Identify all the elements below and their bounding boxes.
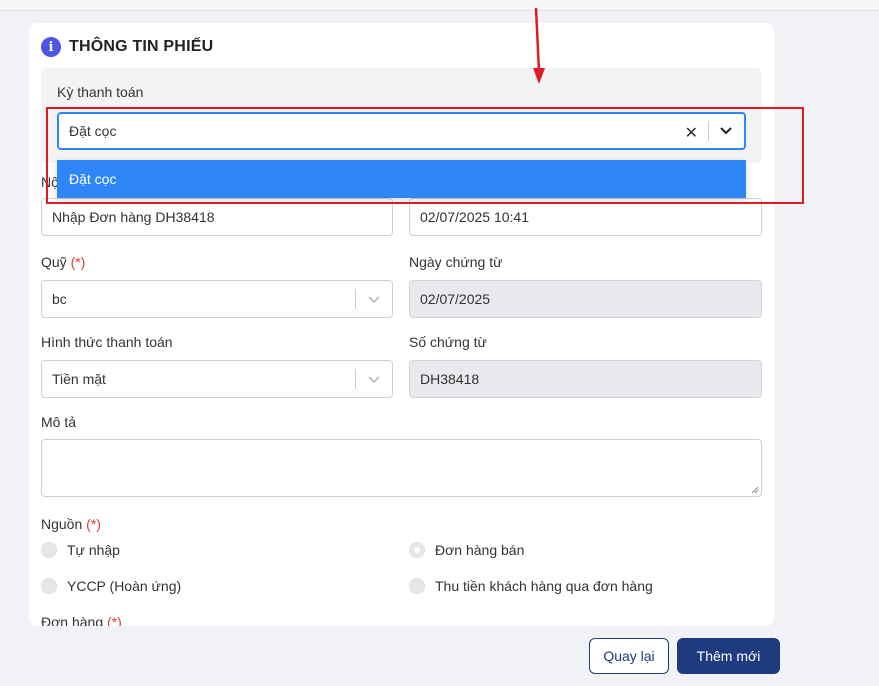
fund-label: Quỹ (*) bbox=[41, 254, 86, 270]
radio-manual[interactable]: Tự nhập bbox=[41, 542, 120, 558]
top-bar bbox=[0, 0, 879, 11]
chevron-down-icon[interactable] bbox=[367, 292, 381, 306]
content-input[interactable]: Nhập Đơn hàng DH38418 bbox=[41, 198, 393, 236]
chevron-down-icon[interactable] bbox=[718, 122, 734, 138]
select-separator bbox=[708, 121, 709, 141]
radio-circle[interactable] bbox=[409, 578, 425, 594]
payment-term-select[interactable]: Đặt cọc ✕ bbox=[57, 112, 746, 150]
radio-customer-payment[interactable]: Thu tiền khách hàng qua đơn hàng bbox=[409, 578, 653, 594]
payment-method-select[interactable]: Tiền mặt bbox=[41, 360, 393, 398]
select-separator bbox=[355, 369, 356, 389]
card-header: i THÔNG TIN PHIẾU bbox=[41, 37, 213, 57]
description-label: Mô tả bbox=[41, 414, 77, 430]
doc-number-label: Số chứng từ bbox=[409, 334, 487, 350]
chevron-down-icon[interactable] bbox=[367, 372, 381, 386]
source-label: Nguồn (*) bbox=[41, 516, 101, 532]
payment-term-value: Đặt cọc bbox=[69, 123, 117, 139]
payment-method-label: Hình thức thanh toán bbox=[41, 334, 173, 350]
radio-circle[interactable] bbox=[409, 542, 425, 558]
radio-sales-order[interactable]: Đơn hàng bán bbox=[409, 542, 524, 558]
fund-select[interactable]: bc bbox=[41, 280, 393, 318]
fund-value: bc bbox=[52, 291, 67, 307]
form-card: i THÔNG TIN PHIẾU Kỳ thanh toán Đặt cọc … bbox=[29, 23, 774, 626]
doc-date-label: Ngày chứng từ bbox=[409, 254, 503, 270]
payment-term-section: Kỳ thanh toán Đặt cọc ✕ bbox=[41, 68, 762, 163]
radio-yccp[interactable]: YCCP (Hoàn ứng) bbox=[41, 578, 181, 594]
radio-circle[interactable] bbox=[41, 542, 57, 558]
clear-icon[interactable]: ✕ bbox=[685, 123, 698, 143]
radio-circle[interactable] bbox=[41, 578, 57, 594]
dropdown-option-dat-coc[interactable]: Đặt cọc bbox=[57, 160, 746, 198]
add-new-button[interactable]: Thêm mới bbox=[677, 638, 780, 674]
order-label: Đơn hàng (*) bbox=[41, 614, 122, 626]
payment-term-label: Kỳ thanh toán bbox=[57, 84, 144, 100]
doc-number-input: DH38418 bbox=[409, 360, 762, 398]
back-button[interactable]: Quay lại bbox=[589, 638, 669, 674]
resize-grip-icon[interactable] bbox=[751, 486, 759, 494]
card-title: THÔNG TIN PHIẾU bbox=[69, 38, 214, 55]
select-separator bbox=[355, 289, 356, 309]
datetime-input[interactable]: 02/07/2025 10:41 bbox=[409, 198, 762, 236]
info-icon: i bbox=[41, 37, 61, 57]
description-textarea[interactable] bbox=[41, 439, 762, 497]
doc-date-input: 02/07/2025 bbox=[409, 280, 762, 318]
payment-method-value: Tiền mặt bbox=[52, 371, 106, 387]
